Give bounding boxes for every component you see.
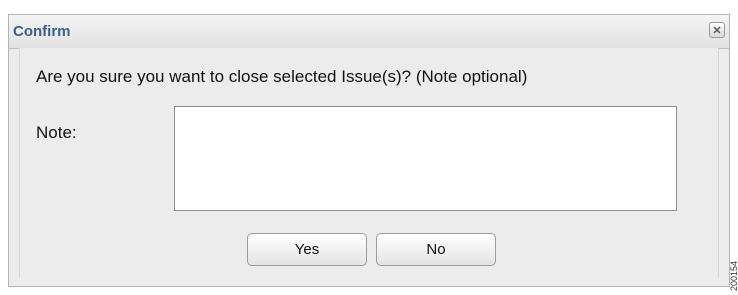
close-button[interactable] xyxy=(709,22,725,38)
figure-id: 200154 xyxy=(728,240,738,292)
confirm-question: Are you sure you want to close selected … xyxy=(36,67,528,86)
yes-button[interactable]: Yes xyxy=(247,233,367,266)
no-button[interactable]: No xyxy=(376,233,496,266)
dialog-body: Are you sure you want to close selected … xyxy=(19,48,719,278)
note-label: Note: xyxy=(36,123,77,142)
dialog-titlebar: Confirm xyxy=(9,15,729,49)
note-field[interactable] xyxy=(174,106,677,211)
dialog-title: Confirm xyxy=(13,23,71,40)
confirm-dialog: Confirm Are you sure you want to close s… xyxy=(8,14,730,287)
close-x-icon xyxy=(713,26,721,34)
figure-id-text: 200154 xyxy=(729,260,738,291)
